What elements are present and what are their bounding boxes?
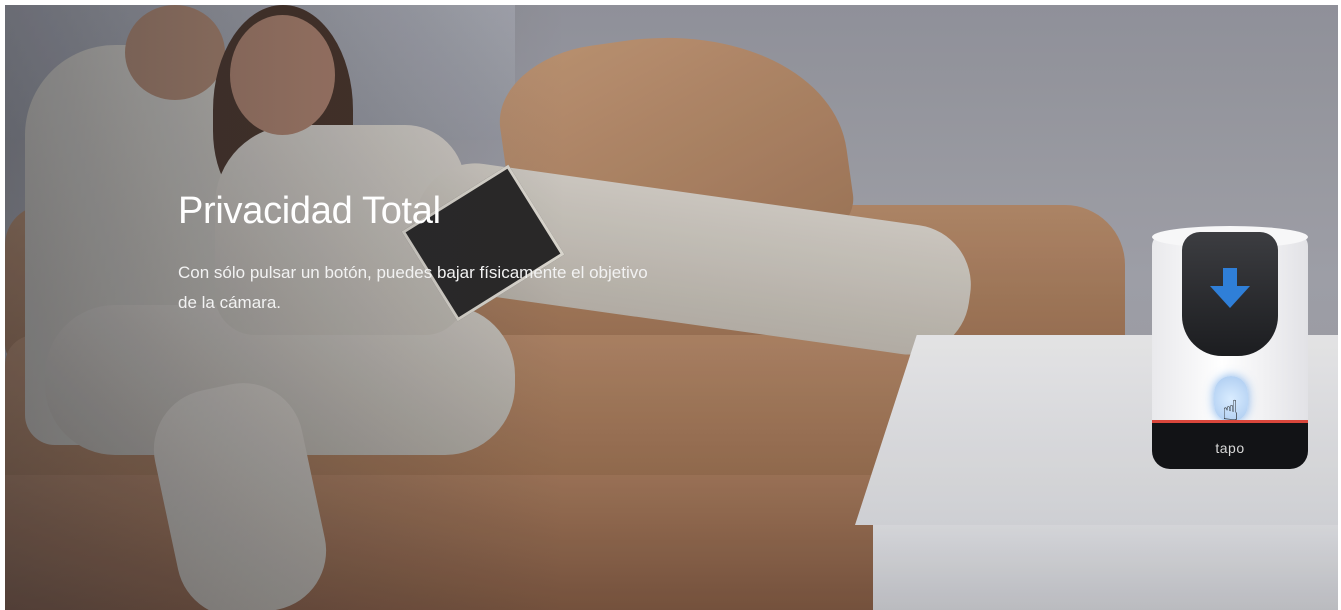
down-arrow-icon <box>1210 268 1250 308</box>
tapo-camera: ☝ tapo <box>1152 226 1308 470</box>
brand-logo: tapo <box>1215 440 1245 456</box>
hero-title: Privacidad Total <box>178 190 441 232</box>
hero-description: Con sólo pulsar un botón, puedes bajar f… <box>178 263 648 312</box>
